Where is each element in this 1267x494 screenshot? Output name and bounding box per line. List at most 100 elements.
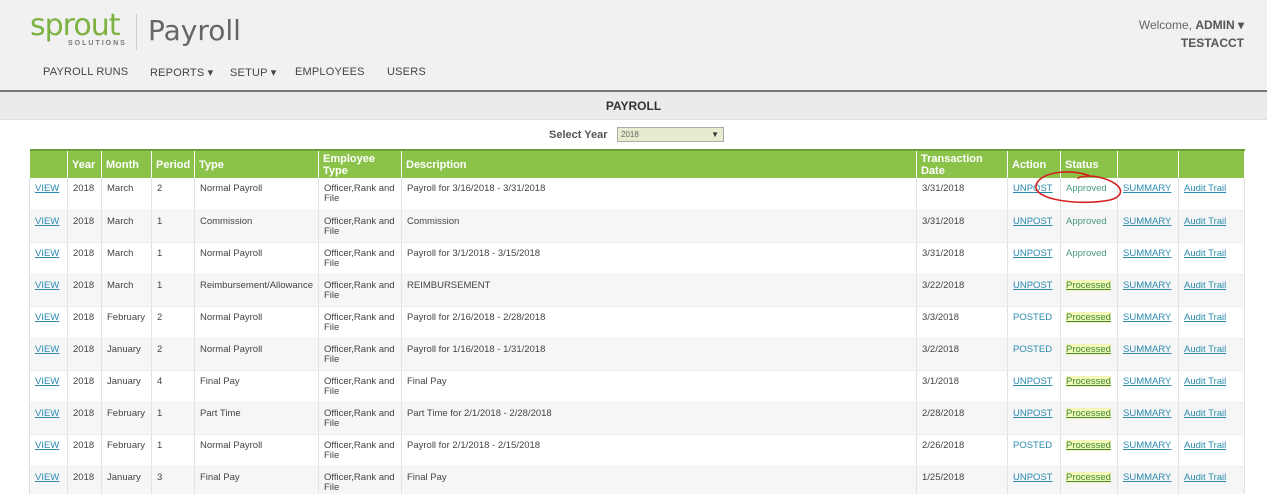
col-header-period: Period (151, 149, 195, 178)
app-header: sprout SOLUTIONS Payroll Welcome, ADMIN … (0, 0, 1267, 90)
cell-employee-type: Officer,Rank and File (318, 274, 402, 307)
audit-trail-link[interactable]: Audit Trail (1184, 280, 1226, 291)
view-link[interactable]: VIEW (35, 376, 59, 387)
view-link[interactable]: VIEW (35, 183, 59, 194)
audit-trail-link[interactable]: Audit Trail (1184, 312, 1226, 323)
nav-reports[interactable]: REPORTS ▾ (150, 66, 213, 79)
year-label: Select Year (549, 129, 608, 141)
cell-type: Commission (194, 210, 319, 243)
status-badge[interactable]: Processed (1066, 375, 1111, 387)
status-badge[interactable]: Approved (1066, 216, 1107, 227)
summary-link[interactable]: SUMMARY (1123, 280, 1171, 291)
action-link[interactable]: UNPOST (1013, 183, 1053, 194)
cell-employee-type: Officer,Rank and File (318, 306, 402, 339)
action-link[interactable]: UNPOST (1013, 216, 1053, 227)
cell-view: VIEW (29, 178, 68, 211)
summary-link[interactable]: SUMMARY (1123, 376, 1171, 387)
action-link[interactable]: POSTED (1013, 312, 1052, 323)
view-link[interactable]: VIEW (35, 248, 59, 259)
cell-period: 1 (151, 402, 195, 435)
status-badge[interactable]: Processed (1066, 471, 1111, 483)
col-header-status: Status (1060, 149, 1118, 178)
table-row: VIEW 2018 March 1 Reimbursement/Allowance Off… (29, 274, 1245, 307)
audit-trail-link[interactable]: Audit Trail (1184, 248, 1226, 259)
nav-payroll-runs[interactable]: PAYROLL RUNS (43, 66, 128, 78)
dropdown-arrow-icon: ▼ (711, 130, 719, 139)
nav-users[interactable]: USERS (387, 66, 426, 78)
view-link[interactable]: VIEW (35, 280, 59, 291)
col-header-audit (1178, 149, 1245, 178)
summary-link[interactable]: SUMMARY (1123, 472, 1171, 483)
cell-employee-type: Officer,Rank and File (318, 178, 402, 211)
col-header-description: Description (401, 149, 917, 178)
action-link[interactable]: UNPOST (1013, 472, 1053, 483)
year-filter: Select Year 2018 ▼ (0, 125, 1267, 145)
audit-trail-link[interactable]: Audit Trail (1184, 472, 1226, 483)
content-area: PAYROLL Select Year 2018 ▼ Year Month Pe… (0, 90, 1267, 494)
cell-description: Part Time for 2/1/2018 - 2/28/2018 (401, 402, 917, 435)
cell-summary: SUMMARY (1117, 210, 1179, 243)
view-link[interactable]: VIEW (35, 216, 59, 227)
summary-link[interactable]: SUMMARY (1123, 216, 1171, 227)
cell-type: Final Pay (194, 370, 319, 403)
status-badge[interactable]: Processed (1066, 279, 1111, 291)
cell-description: Payroll for 3/1/2018 - 3/15/2018 (401, 242, 917, 275)
user-menu[interactable]: ADMIN ▾ (1195, 18, 1244, 32)
cell-action: UNPOST (1007, 370, 1061, 403)
audit-trail-link[interactable]: Audit Trail (1184, 440, 1226, 451)
cell-transaction-date: 3/31/2018 (916, 242, 1008, 275)
audit-trail-link[interactable]: Audit Trail (1184, 376, 1226, 387)
cell-month: January (101, 466, 152, 494)
nav-setup[interactable]: SETUP ▾ (230, 66, 276, 79)
summary-link[interactable]: SUMMARY (1123, 408, 1171, 419)
audit-trail-link[interactable]: Audit Trail (1184, 408, 1226, 419)
view-link[interactable]: VIEW (35, 472, 59, 483)
summary-link[interactable]: SUMMARY (1123, 248, 1171, 259)
cell-audit: Audit Trail (1178, 306, 1245, 339)
cell-description: Payroll for 1/16/2018 - 1/31/2018 (401, 338, 917, 371)
cell-employee-type: Officer,Rank and File (318, 242, 402, 275)
status-badge[interactable]: Processed (1066, 343, 1111, 355)
summary-link[interactable]: SUMMARY (1123, 312, 1171, 323)
cell-summary: SUMMARY (1117, 338, 1179, 371)
col-header-view (29, 149, 68, 178)
view-link[interactable]: VIEW (35, 408, 59, 419)
cell-month: March (101, 242, 152, 275)
summary-link[interactable]: SUMMARY (1123, 344, 1171, 355)
action-link[interactable]: POSTED (1013, 344, 1052, 355)
cell-employee-type: Officer,Rank and File (318, 434, 402, 467)
cell-view: VIEW (29, 306, 68, 339)
table-row: VIEW 2018 March 2 Normal Payroll Officer,Rank… (29, 178, 1245, 211)
action-link[interactable]: UNPOST (1013, 280, 1053, 291)
cell-description: Commission (401, 210, 917, 243)
status-badge[interactable]: Processed (1066, 407, 1111, 419)
status-badge[interactable]: Processed (1066, 439, 1111, 451)
summary-link[interactable]: SUMMARY (1123, 440, 1171, 451)
status-badge[interactable]: Processed (1066, 311, 1111, 323)
nav-employees[interactable]: EMPLOYEES (295, 66, 365, 78)
cell-audit: Audit Trail (1178, 338, 1245, 371)
status-badge[interactable]: Approved (1066, 183, 1107, 194)
audit-trail-link[interactable]: Audit Trail (1184, 344, 1226, 355)
cell-type: Normal Payroll (194, 178, 319, 211)
view-link[interactable]: VIEW (35, 344, 59, 355)
cell-action: UNPOST (1007, 178, 1061, 211)
action-link[interactable]: UNPOST (1013, 408, 1053, 419)
cell-type: Normal Payroll (194, 242, 319, 275)
action-link[interactable]: POSTED (1013, 440, 1052, 451)
cell-description: Final Pay (401, 466, 917, 494)
cell-status: Processed (1060, 274, 1118, 307)
status-badge[interactable]: Approved (1066, 248, 1107, 259)
summary-link[interactable]: SUMMARY (1123, 183, 1171, 194)
action-link[interactable]: UNPOST (1013, 376, 1053, 387)
view-link[interactable]: VIEW (35, 312, 59, 323)
cell-action: UNPOST (1007, 466, 1061, 494)
cell-transaction-date: 3/31/2018 (916, 178, 1008, 211)
cell-month: January (101, 370, 152, 403)
cell-description: Payroll for 3/16/2018 - 3/31/2018 (401, 178, 917, 211)
audit-trail-link[interactable]: Audit Trail (1184, 183, 1226, 194)
view-link[interactable]: VIEW (35, 440, 59, 451)
action-link[interactable]: UNPOST (1013, 248, 1053, 259)
year-select[interactable]: 2018 ▼ (617, 127, 724, 142)
audit-trail-link[interactable]: Audit Trail (1184, 216, 1226, 227)
